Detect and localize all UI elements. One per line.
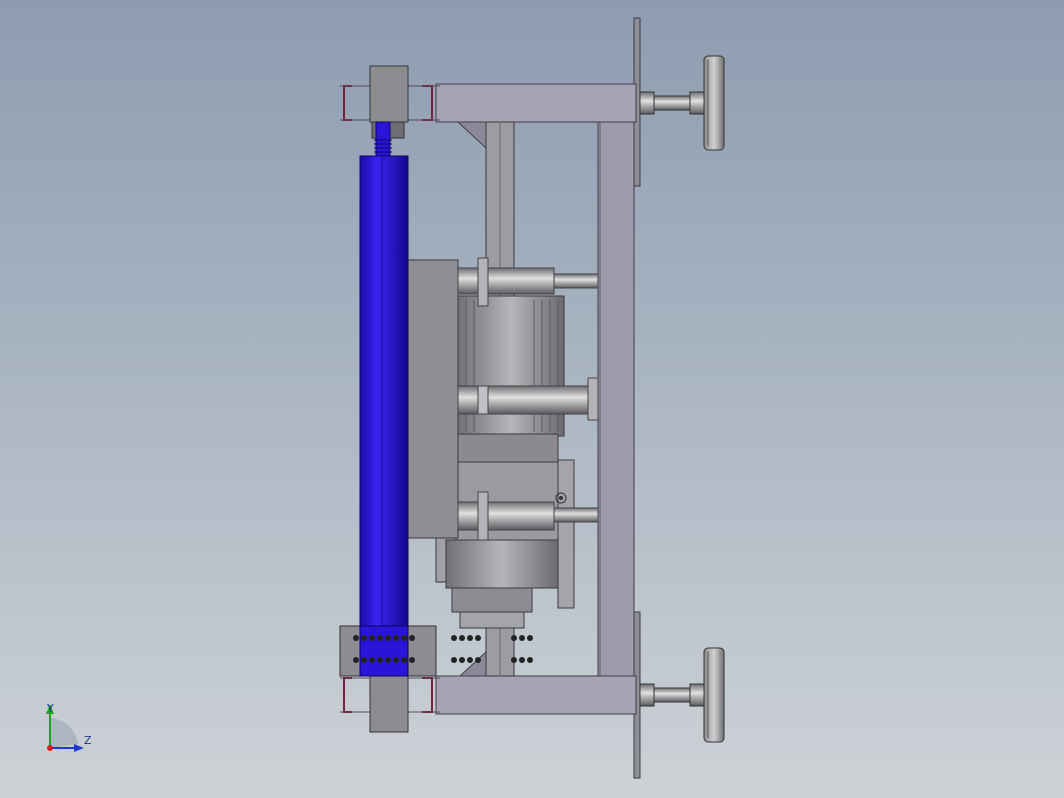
handwheel-top[interactable]	[639, 55, 725, 151]
handwheel-bottom[interactable]	[639, 647, 725, 743]
bottom-bearing-block	[369, 675, 409, 733]
cover-plate	[405, 259, 459, 539]
mounting-plate	[633, 17, 641, 779]
y-axis-label: Y	[46, 702, 54, 715]
x-axis-dot	[47, 745, 53, 751]
cad-viewport[interactable]: Y Z	[0, 0, 1064, 798]
coordinate-triad: Y Z	[46, 702, 92, 752]
sprocket-housing	[339, 625, 437, 677]
drive-roller	[359, 121, 409, 677]
z-axis-label: Z	[84, 734, 92, 747]
